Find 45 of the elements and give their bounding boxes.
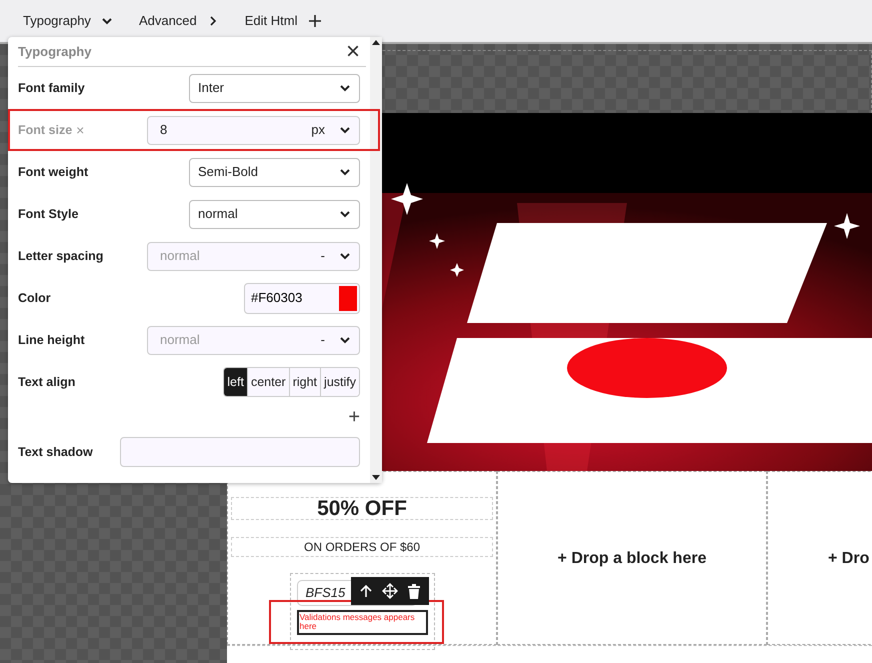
color-field[interactable]: #F60303 [244, 282, 360, 314]
number-field[interactable]: normal [158, 245, 321, 267]
field-label: Text align [18, 374, 76, 391]
select-field[interactable]: Inter [189, 74, 360, 102]
color-value-field[interactable]: #F60303 [245, 287, 335, 309]
toolbar-tab[interactable]: Edit Html [244, 11, 322, 31]
offer-heading: 50% OFF [231, 497, 493, 520]
align-option[interactable]: justify [320, 368, 359, 396]
unit-field[interactable]: normal - [147, 242, 360, 270]
field-label: Font weight [18, 164, 88, 181]
select-field[interactable]: Semi-Bold [189, 158, 360, 186]
select-field[interactable]: normal [189, 200, 360, 228]
field-label: Font family [18, 80, 85, 97]
unit-select[interactable]: px [311, 120, 351, 140]
close-button[interactable]: × [340, 40, 366, 64]
align-option[interactable]: center [246, 368, 289, 396]
text-shadow-field[interactable] [120, 437, 360, 467]
toolbar-tab[interactable]: Advanced [138, 11, 219, 31]
move-icon [382, 583, 398, 599]
number-field[interactable]: normal [158, 329, 321, 351]
field-label: Font Style [18, 206, 78, 223]
panel-title: Typography [18, 42, 92, 61]
offer-subtitle: ON ORDERS OF $60 [231, 537, 493, 557]
unit-select[interactable]: - [320, 246, 351, 266]
drop-zone-label: + Dro [827, 549, 870, 569]
toolbar-tab[interactable]: Typography [23, 11, 113, 31]
unit-select[interactable]: - [320, 330, 351, 350]
field-label: Color [18, 290, 51, 307]
validation-message: Validations messages appears here [296, 610, 428, 636]
field-label: Font size [18, 122, 72, 139]
add-button[interactable]: + [348, 407, 360, 427]
number-field[interactable]: 8 [158, 119, 312, 141]
arrow-up-icon [360, 584, 372, 598]
color-swatch[interactable] [339, 286, 357, 310]
align-option[interactable]: left [224, 368, 247, 396]
drop-zone-label: + Drop a block here [558, 549, 706, 569]
field-label: Line height [18, 332, 85, 349]
plus-icon [308, 14, 322, 28]
field-label: Letter spacing [18, 248, 104, 265]
scroll-down-icon [372, 475, 380, 481]
field-label: Text shadow [18, 444, 93, 461]
unit-field[interactable]: 8 px [147, 116, 360, 144]
unit-field[interactable]: normal - [147, 326, 360, 354]
align-option[interactable]: right [288, 368, 320, 396]
trash-icon [408, 584, 420, 598]
